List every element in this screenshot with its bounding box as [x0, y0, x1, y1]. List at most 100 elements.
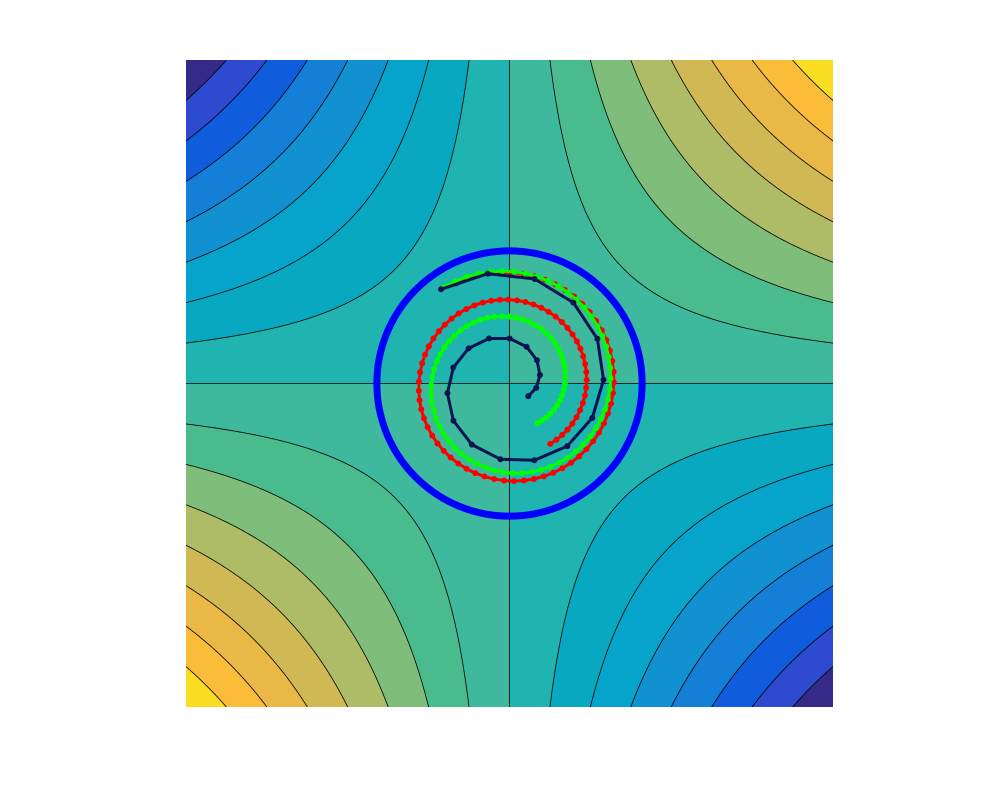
- series-3-point-17: [523, 343, 530, 350]
- series-1-point-40: [463, 465, 470, 472]
- series-2-point-46: [433, 415, 440, 422]
- series-1-point-29: [568, 459, 575, 466]
- series-2-point-33: [528, 469, 535, 475]
- series-1-point-91: [547, 440, 554, 447]
- series-2-point-20: [607, 375, 614, 382]
- series-1-point-44: [434, 440, 441, 447]
- series-2-point-23: [601, 406, 608, 413]
- series-2-point-79: [562, 375, 569, 382]
- series-1-point-72: [552, 313, 559, 320]
- series-1-point-90: [553, 436, 560, 443]
- series-2-point-14: [588, 313, 595, 320]
- series-3-point-8: [531, 457, 538, 464]
- series-1-point-85: [577, 407, 584, 414]
- series-1-point-59: [448, 315, 455, 322]
- series-2-point-18: [605, 353, 612, 360]
- series-2-point-66: [513, 314, 520, 321]
- series-1-point-67: [514, 297, 521, 304]
- series-3-point-10: [468, 441, 475, 448]
- series-2-point-61: [477, 316, 484, 323]
- series-2-point-29: [565, 454, 572, 461]
- series-2-point-67: [519, 316, 526, 323]
- series-1-point-41: [455, 460, 462, 467]
- series-2-point-62: [484, 314, 491, 321]
- series-2-point-53: [433, 358, 440, 365]
- series-3-point-19: [536, 372, 543, 379]
- series-1-point-43: [440, 447, 447, 454]
- series-2-point-78: [562, 369, 569, 376]
- series-1-point-28: [576, 453, 583, 460]
- series-1-point-42: [447, 454, 454, 461]
- series-1-point-32: [540, 473, 547, 480]
- series-1-point-84: [579, 400, 586, 407]
- series-1-point-63: [479, 299, 486, 306]
- series-1-point-81: [583, 376, 590, 383]
- series-1-point-35: [510, 478, 517, 485]
- series-2-point-27: [580, 441, 587, 448]
- series-2-point-44: [440, 430, 447, 437]
- figure: [0, 0, 985, 794]
- series-2-point-34: [519, 470, 526, 477]
- series-2-point-15: [594, 323, 601, 330]
- series-2-point-68: [526, 319, 533, 326]
- series-3-point-13: [450, 364, 457, 371]
- series-1-point-55: [425, 343, 432, 350]
- series-1-point-62: [471, 302, 478, 309]
- series-1-point-50: [415, 387, 422, 394]
- series-2-point-38: [482, 464, 489, 471]
- series-2-point-63: [491, 313, 498, 320]
- series-1-point-31: [550, 469, 557, 476]
- series-2-point-13: [581, 304, 588, 311]
- series-1-point-34: [520, 477, 527, 484]
- series-3-point-15: [485, 335, 492, 342]
- series-2-point-11: [564, 289, 571, 296]
- series-2-point-71: [543, 330, 550, 337]
- series-2-point-26: [587, 433, 594, 440]
- series-2-point-74: [555, 345, 562, 352]
- series-1-point-37: [491, 476, 498, 483]
- series-2-point-47: [430, 407, 437, 414]
- series-2-point-31: [547, 463, 554, 470]
- series-1-point-57: [435, 328, 442, 335]
- series-2-point-82: [559, 392, 566, 399]
- series-2-point-42: [451, 444, 458, 451]
- series-1-point-86: [573, 414, 580, 421]
- series-2-point-65: [506, 313, 513, 320]
- series-1-point-38: [481, 473, 488, 480]
- series-2-point-25: [592, 425, 599, 432]
- series-2-point-40: [465, 456, 472, 463]
- series-2-point-39: [473, 460, 480, 467]
- series-3-point-7: [564, 443, 571, 450]
- series-1-point-39: [472, 470, 479, 477]
- series-2-point-52: [431, 365, 438, 372]
- series-3-point-11: [450, 417, 457, 424]
- series-1-point-76: [573, 338, 580, 345]
- series-2-point-43: [445, 438, 452, 445]
- series-1-point-77: [577, 345, 584, 352]
- series-1-point-71: [545, 308, 552, 315]
- series-2-point-36: [500, 469, 507, 476]
- series-3-point-21: [525, 393, 532, 400]
- series-1-point-73: [558, 318, 565, 325]
- series-1-point-65: [496, 296, 503, 303]
- series-2-point-6: [511, 268, 518, 275]
- series-1-point-30: [559, 465, 566, 472]
- series-2-point-69: [532, 322, 539, 329]
- series-1-point-54: [422, 351, 429, 358]
- series-2-point-32: [538, 466, 545, 473]
- series-1-point-69: [530, 301, 537, 308]
- series-2-point-28: [573, 448, 580, 455]
- series-3-point-4: [594, 335, 601, 342]
- series-2-point-41: [458, 450, 465, 457]
- series-2-point-56: [446, 338, 453, 345]
- series-1-point-51: [415, 378, 422, 385]
- series-1-point-74: [564, 324, 571, 331]
- series-1-point-47: [421, 415, 427, 422]
- series-2-point-77: [561, 362, 568, 369]
- series-1-point-58: [441, 321, 448, 328]
- series-3-point-20: [533, 384, 540, 391]
- series-2-point-57: [451, 332, 458, 339]
- series-2-point-54: [437, 351, 444, 358]
- series-2-point-70: [537, 325, 544, 332]
- series-1-point-61: [463, 305, 470, 312]
